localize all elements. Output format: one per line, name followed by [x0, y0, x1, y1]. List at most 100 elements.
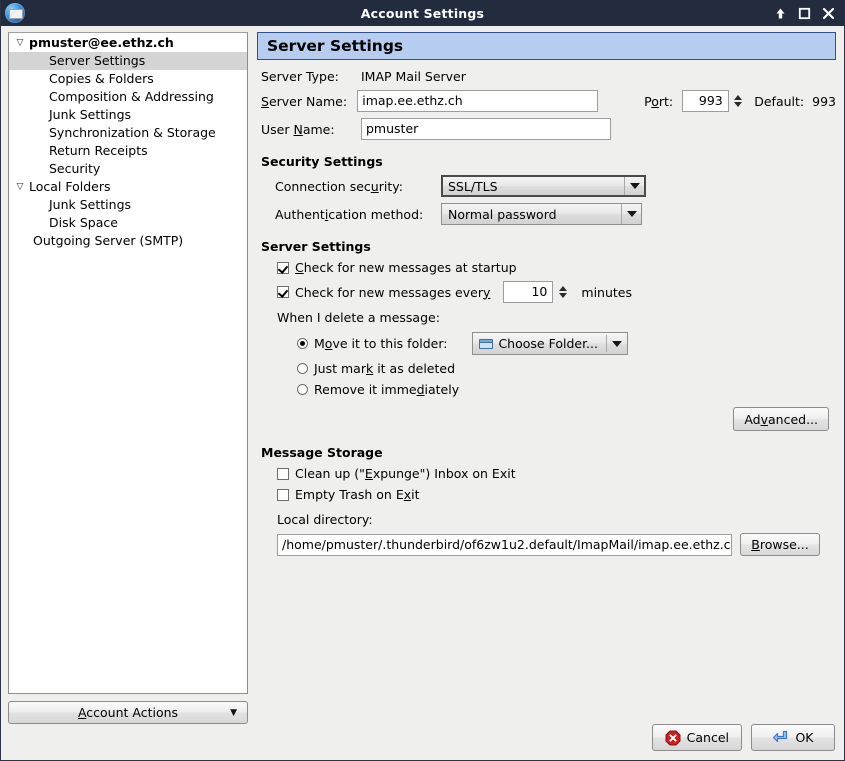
- spin-down-icon[interactable]: [558, 293, 567, 298]
- sidebar-item-outgoing-server-smtp[interactable]: Outgoing Server (SMTP): [9, 232, 247, 250]
- advanced-button[interactable]: Ad v anced...: [733, 407, 829, 431]
- sidebar-item-label: Server Settings: [49, 53, 146, 68]
- sidebar-item-disk-space[interactable]: Disk Space: [9, 214, 247, 232]
- choose-folder-label: Choose Folder...: [498, 336, 598, 351]
- spin-up-icon[interactable]: [558, 286, 567, 291]
- check-interval-spinner[interactable]: [556, 281, 569, 303]
- ok-button[interactable]: OK: [751, 724, 835, 751]
- expunge-label: Clean up ("Expunge") Inbox on Exit: [295, 466, 516, 481]
- message-storage-heading: Message Storage: [261, 445, 383, 460]
- server-name-input[interactable]: imap.ee.ethz.ch: [357, 90, 599, 112]
- twisty-open-icon[interactable]: ▽: [13, 34, 27, 52]
- sidebar-item-local-folders[interactable]: ▽ Local Folders: [9, 178, 247, 196]
- window-content: ▽ pmuster@ee.ethz.ch Server Settings Copies…: [1, 26, 844, 724]
- check-startup-label: Check for new messages at startup: [295, 260, 517, 275]
- chevron-down-icon[interactable]: [624, 177, 644, 195]
- user-name-input[interactable]: pmuster: [361, 118, 611, 140]
- sidebar-item-server-settings[interactable]: Server Settings: [9, 52, 247, 70]
- empty-trash-label: Empty Trash on Exit: [295, 487, 420, 502]
- delete-option-move-radio[interactable]: [297, 338, 308, 349]
- window-title: Account Settings: [360, 5, 485, 21]
- check-every-row[interactable]: Check for new messages every 10 minutes: [261, 281, 836, 303]
- sidebar-item-label: Outgoing Server (SMTP): [33, 233, 184, 248]
- sidebar-item-label: Local Folders: [29, 179, 111, 194]
- chevron-down-icon[interactable]: [621, 204, 641, 224]
- auth-method-dropdown[interactable]: Normal password: [441, 203, 642, 225]
- thunderbird-icon: [5, 3, 25, 23]
- dialog-footer: Cancel OK: [1, 724, 844, 760]
- spin-down-icon[interactable]: [733, 102, 742, 107]
- sidebar-item-pmuster-ee-ethz-ch[interactable]: ▽ pmuster@ee.ethz.ch: [9, 34, 247, 52]
- delete-option-mark-label: Just mark it as deleted: [314, 361, 456, 376]
- port-default-label: Default:: [754, 93, 805, 109]
- maximize-button[interactable]: [798, 7, 811, 20]
- account-tree[interactable]: ▽ pmuster@ee.ethz.ch Server Settings Copies…: [8, 32, 248, 694]
- chevron-down-icon[interactable]: [607, 333, 627, 354]
- sidebar-item-label: Synchronization & Storage: [49, 125, 216, 140]
- sidebar-item-label: Copies & Folders: [49, 71, 154, 86]
- port-input[interactable]: 993: [682, 90, 729, 112]
- sidebar-item-label: Junk Settings: [49, 197, 132, 212]
- server-settings-heading: Server Settings: [261, 239, 371, 254]
- sidebar-item-junk-settings[interactable]: Junk Settings: [9, 196, 247, 214]
- auth-method-value: Normal password: [448, 206, 557, 222]
- empty-trash-row[interactable]: Empty Trash on Exit: [261, 487, 836, 502]
- server-type-label: Server Type:: [261, 69, 339, 84]
- sidebar-item-label: Composition & Addressing: [49, 89, 214, 104]
- twisty-open-icon[interactable]: ▽: [13, 178, 27, 196]
- cancel-button[interactable]: Cancel: [651, 724, 742, 751]
- sidebar-item-junk-settings[interactable]: Junk Settings: [9, 106, 247, 124]
- sidebar-item-synchronization-storage[interactable]: Synchronization & Storage: [9, 124, 247, 142]
- sidebar-item-label: Disk Space: [49, 215, 118, 230]
- sidebar-item-label: Return Receipts: [49, 143, 148, 158]
- server-type-value: IMAP Mail Server: [361, 69, 466, 84]
- sidebar-item-return-receipts[interactable]: Return Receipts: [9, 142, 247, 160]
- account-actions-button[interactable]: Account Actions ▼: [8, 701, 248, 724]
- delete-option-remove-radio[interactable]: [297, 384, 308, 395]
- connection-security-label: Connection security:: [275, 178, 403, 194]
- delete-option-remove-row[interactable]: Remove it immediately: [261, 382, 836, 397]
- empty-trash-checkbox[interactable]: [277, 488, 289, 501]
- auth-method-label: Authentication method:: [275, 206, 424, 222]
- delete-prompt-label: When I delete a message:: [277, 310, 440, 325]
- cancel-icon: [665, 730, 681, 745]
- security-settings-heading: Security Settings: [261, 154, 383, 169]
- check-startup-row[interactable]: Check for new messages at startup: [261, 260, 836, 275]
- browse-button[interactable]: Browse...: [740, 533, 820, 556]
- local-directory-input[interactable]: /home/pmuster/.thunderbird/of6zw1u2.defa…: [277, 533, 732, 556]
- close-icon[interactable]: [822, 7, 835, 20]
- delete-option-move-label: Move it to this folder:: [314, 336, 448, 351]
- main-panel: Server Settings Server Type: IMAP Mail S…: [257, 32, 837, 724]
- user-name-label: User Name:: [261, 121, 335, 137]
- check-startup-checkbox[interactable]: [277, 261, 289, 274]
- delete-option-move-row[interactable]: Move it to this folder: Choose Folder...: [261, 332, 836, 355]
- delete-option-mark-row[interactable]: Just mark it as deleted: [261, 361, 836, 376]
- account-settings-window: Account Settings ▽ pmuster@ee.ethz.ch Serv…: [0, 0, 845, 761]
- check-every-checkbox[interactable]: [277, 286, 289, 298]
- expunge-checkbox[interactable]: [277, 467, 289, 480]
- connection-security-dropdown[interactable]: SSL/TLS: [441, 175, 646, 197]
- sidebar-item-composition-addressing[interactable]: Composition & Addressing: [9, 88, 247, 106]
- connection-security-value: SSL/TLS: [448, 178, 498, 194]
- expunge-row[interactable]: Clean up ("Expunge") Inbox on Exit: [261, 466, 836, 481]
- sidebar-item-copies-folders[interactable]: Copies & Folders: [9, 70, 247, 88]
- check-interval-input[interactable]: 10: [503, 281, 554, 303]
- shade-button[interactable]: [774, 7, 787, 20]
- port-label: Port:: [644, 93, 674, 109]
- delete-option-remove-label: Remove it immediately: [314, 382, 460, 397]
- check-every-label: Check for new messages every: [295, 284, 491, 300]
- cancel-label: Cancel: [686, 730, 729, 745]
- spin-up-icon[interactable]: [733, 95, 742, 100]
- sidebar: ▽ pmuster@ee.ethz.ch Server Settings Copies…: [8, 32, 248, 724]
- panel-body: Server Type: IMAP Mail Server Server Nam…: [257, 60, 836, 724]
- account-actions-label: Account Actions: [77, 705, 179, 720]
- window-controls: [774, 7, 835, 20]
- title-bar: Account Settings: [1, 0, 844, 26]
- folder-icon: [479, 338, 494, 349]
- choose-folder-button[interactable]: Choose Folder...: [472, 332, 629, 355]
- delete-option-mark-radio[interactable]: [297, 363, 308, 374]
- sidebar-item-label: Junk Settings: [49, 107, 132, 122]
- sidebar-item-label: pmuster@ee.ethz.ch: [29, 35, 174, 50]
- port-spinner[interactable]: [732, 90, 745, 112]
- sidebar-item-security[interactable]: Security: [9, 160, 247, 178]
